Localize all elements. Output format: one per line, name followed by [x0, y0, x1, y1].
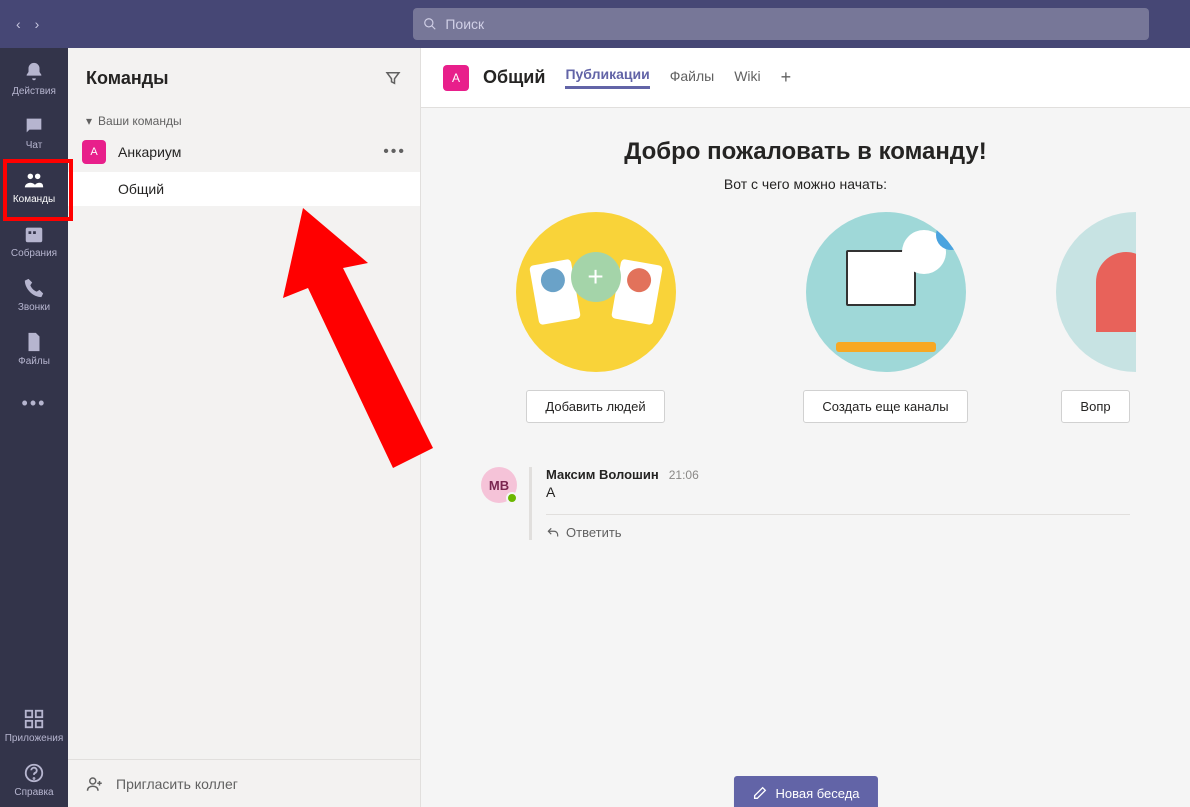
channel-header: А Общий Публикации Файлы Wiki +: [421, 48, 1190, 108]
reply-button[interactable]: Ответить: [546, 514, 1130, 540]
message-thread: МВ Максим Волошин 21:06 А Ответить: [481, 467, 1130, 540]
rail-label: Приложения: [5, 733, 64, 744]
new-conversation-button[interactable]: Новая беседа: [733, 776, 877, 807]
welcome-subtitle: Вот с чего можно начать:: [421, 176, 1190, 192]
tab-wiki[interactable]: Wiki: [734, 68, 760, 88]
rail-calls[interactable]: Звонки: [0, 268, 68, 322]
welcome-section: Добро пожаловать в команду! Вот с чего м…: [421, 108, 1190, 449]
rail-label: Действия: [12, 86, 56, 97]
back-icon[interactable]: ‹: [12, 12, 25, 36]
team-row[interactable]: А Анкариум •••: [68, 132, 420, 172]
ellipsis-icon: •••: [22, 393, 47, 414]
faq-button[interactable]: Вопр: [1061, 390, 1129, 423]
rail-label: Собрания: [11, 248, 57, 259]
compose-icon: [751, 785, 767, 801]
invite-label: Пригласить коллег: [116, 776, 238, 792]
reply-icon: [546, 526, 560, 540]
new-conversation-label: Новая беседа: [775, 786, 859, 801]
rail-apps[interactable]: Приложения: [0, 699, 68, 753]
teams-panel: Команды ▾ Ваши команды А Анкариум ••• Об…: [68, 48, 421, 807]
tab-posts[interactable]: Публикации: [565, 66, 649, 89]
message-body: Максим Волошин 21:06 А Ответить: [529, 467, 1130, 540]
teams-panel-header: Команды: [68, 48, 420, 108]
rail-activity[interactable]: Действия: [0, 52, 68, 106]
forward-icon[interactable]: ›: [31, 12, 44, 36]
tab-files[interactable]: Файлы: [670, 68, 714, 88]
title-bar: ‹ ›: [0, 0, 1190, 48]
teams-panel-title: Команды: [86, 68, 169, 89]
rail-label: Файлы: [18, 356, 50, 367]
message-time: 21:06: [669, 468, 699, 482]
team-avatar: А: [82, 140, 106, 164]
channel-name: Общий: [118, 181, 164, 197]
create-channels-button[interactable]: Создать еще каналы: [803, 390, 967, 423]
search-bar[interactable]: [413, 8, 1149, 40]
team-name: Анкариум: [118, 144, 371, 160]
illustration-faq: [1056, 212, 1136, 372]
channel-title: Общий: [483, 67, 545, 88]
rail-label: Справка: [14, 787, 53, 798]
rail-more[interactable]: •••: [0, 376, 68, 430]
nav-arrows: ‹ ›: [12, 12, 43, 36]
rail-chat[interactable]: Чат: [0, 106, 68, 160]
chat-icon: [23, 115, 45, 137]
bell-icon: [23, 61, 45, 83]
rail-meetings[interactable]: Собрания: [0, 214, 68, 268]
apps-icon: [23, 708, 45, 730]
filter-icon[interactable]: [384, 69, 402, 87]
message-avatar[interactable]: МВ: [481, 467, 517, 503]
calendar-icon: [23, 223, 45, 245]
help-icon: [23, 762, 45, 784]
add-tab-icon[interactable]: +: [781, 67, 792, 88]
phone-icon: [23, 277, 45, 299]
card-more-channels: Создать еще каналы: [776, 212, 996, 423]
invite-icon: [86, 775, 104, 793]
chevron-down-icon: ▾: [86, 114, 92, 128]
card-add-people: + Добавить людей: [486, 212, 706, 423]
search-input[interactable]: [445, 16, 1139, 32]
file-icon: [23, 331, 45, 353]
rail-label: Звонки: [18, 302, 50, 313]
rail-files[interactable]: Файлы: [0, 322, 68, 376]
presence-available-icon: [506, 492, 518, 504]
welcome-title: Добро пожаловать в команду!: [421, 138, 1190, 166]
message-text: А: [546, 484, 1130, 500]
welcome-cards: + Добавить людей Создать еще каналы Вопр: [421, 212, 1190, 423]
main-content: А Общий Публикации Файлы Wiki + Добро по…: [421, 48, 1190, 807]
invite-colleagues[interactable]: Пригласить коллег: [68, 759, 420, 807]
add-people-button[interactable]: Добавить людей: [526, 390, 664, 423]
your-teams-label: ▾ Ваши команды: [68, 108, 420, 132]
team-more-icon[interactable]: •••: [383, 143, 406, 161]
rail-label: Чат: [26, 140, 43, 151]
card-faq: Вопр: [1066, 212, 1126, 423]
reply-label: Ответить: [566, 525, 622, 540]
channel-row-general[interactable]: Общий: [68, 172, 420, 206]
rail-teams[interactable]: Команды: [0, 160, 68, 214]
message-author: Максим Волошин: [546, 467, 659, 482]
rail-help[interactable]: Справка: [0, 753, 68, 807]
rail-label: Команды: [13, 194, 55, 205]
teams-icon: [23, 169, 45, 191]
illustration-channels: [806, 212, 966, 372]
channel-tabs: Публикации Файлы Wiki +: [565, 66, 791, 89]
illustration-add-people: +: [516, 212, 676, 372]
app-rail: Действия Чат Команды Собрания Звонки Фай…: [0, 48, 68, 807]
channel-avatar: А: [443, 65, 469, 91]
search-icon: [423, 17, 437, 31]
